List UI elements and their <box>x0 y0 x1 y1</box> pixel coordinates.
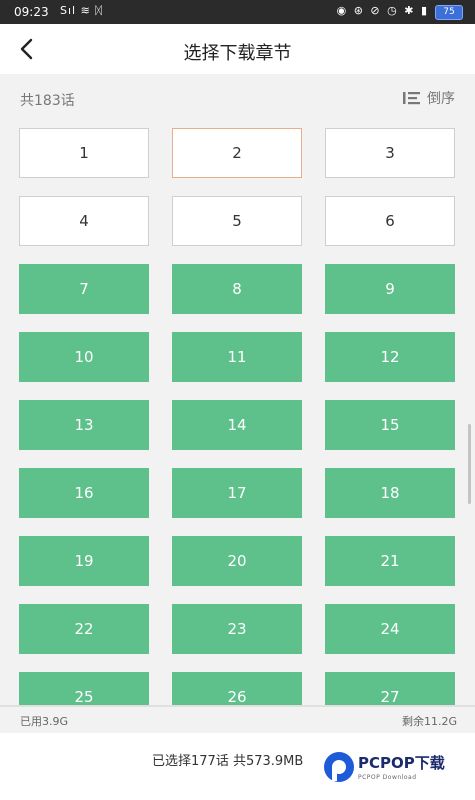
chapter-grid-scroll[interactable]: 1 2 3 4 5 6 7 8 9 10 11 12 13 14 15 16 17 18 19 20 21 22 23 24 2… <box>0 124 475 705</box>
sort-order-label: 倒序 <box>427 91 455 107</box>
chapter-button-22[interactable]: 22 <box>19 604 149 654</box>
chapter-button-19[interactable]: 19 <box>19 536 149 586</box>
storage-divider <box>0 705 475 707</box>
chapter-info-bar: 共183话 倒序 <box>0 74 475 124</box>
sort-order-icon <box>403 92 420 105</box>
chapter-button-25[interactable]: 25 <box>19 672 149 705</box>
storage-used: 已用3.9G <box>20 715 69 728</box>
chapter-button-24[interactable]: 24 <box>325 604 455 654</box>
pcpop-brand-text: PCPOP下载 <box>358 754 445 772</box>
chapter-button-1[interactable]: 1 <box>19 128 149 178</box>
chapter-button-18[interactable]: 18 <box>325 468 455 518</box>
chapter-grid: 1 2 3 4 5 6 7 8 9 10 11 12 13 14 15 16 17 18 19 20 21 22 23 24 2… <box>19 128 459 705</box>
storage-remaining: 剩余11.2G <box>401 715 457 728</box>
chapter-button-4[interactable]: 4 <box>19 196 149 246</box>
battery-icon: 75 <box>435 5 463 20</box>
status-time: 09:23 <box>14 5 49 19</box>
chapter-button-8[interactable]: 8 <box>172 264 302 314</box>
selection-summary: 已选择177话 共573.9MB <box>152 754 304 769</box>
chapter-button-10[interactable]: 10 <box>19 332 149 382</box>
storage-bar: 已用3.9G 剩余11.2G <box>0 705 475 733</box>
chapter-button-6[interactable]: 6 <box>325 196 455 246</box>
chapter-button-9[interactable]: 9 <box>325 264 455 314</box>
pcpop-brand-sub: PCPOP Download <box>358 774 417 781</box>
chapter-button-26[interactable]: 26 <box>172 672 302 705</box>
page-title: 选择下载章节 <box>183 43 292 64</box>
chapter-button-15[interactable]: 15 <box>325 400 455 450</box>
chapter-button-27[interactable]: 27 <box>325 672 455 705</box>
scrollbar-thumb[interactable] <box>468 424 471 504</box>
pcpop-watermark: PCPOP下载 PCPOP Download <box>322 748 472 794</box>
chapter-button-2[interactable]: 2 <box>172 128 302 178</box>
chapter-button-21[interactable]: 21 <box>325 536 455 586</box>
chapter-button-7[interactable]: 7 <box>19 264 149 314</box>
chapter-button-5[interactable]: 5 <box>172 196 302 246</box>
chapter-button-23[interactable]: 23 <box>172 604 302 654</box>
chapter-count: 共183话 <box>20 93 75 109</box>
top-bar: 选择下载章节 <box>0 24 475 74</box>
chapter-button-16[interactable]: 16 <box>19 468 149 518</box>
status-icons: ◉ ⊛ ⊘ ◷ ✱ ▮ <box>336 4 429 17</box>
chapter-button-13[interactable]: 13 <box>19 400 149 450</box>
chapter-button-14[interactable]: 14 <box>172 400 302 450</box>
chapter-button-17[interactable]: 17 <box>172 468 302 518</box>
chapter-button-12[interactable]: 12 <box>325 332 455 382</box>
sort-order-button[interactable]: 倒序 <box>401 88 455 108</box>
signal-icons: Sıl ≋ ᛞ <box>60 4 103 17</box>
chapter-button-20[interactable]: 20 <box>172 536 302 586</box>
pcpop-logo-icon <box>324 752 354 782</box>
status-bar: 09:23 Sıl ≋ ᛞ ◉ ⊛ ⊘ ◷ ✱ ▮ 75 <box>0 0 475 24</box>
chapter-button-11[interactable]: 11 <box>172 332 302 382</box>
chapter-button-3[interactable]: 3 <box>325 128 455 178</box>
